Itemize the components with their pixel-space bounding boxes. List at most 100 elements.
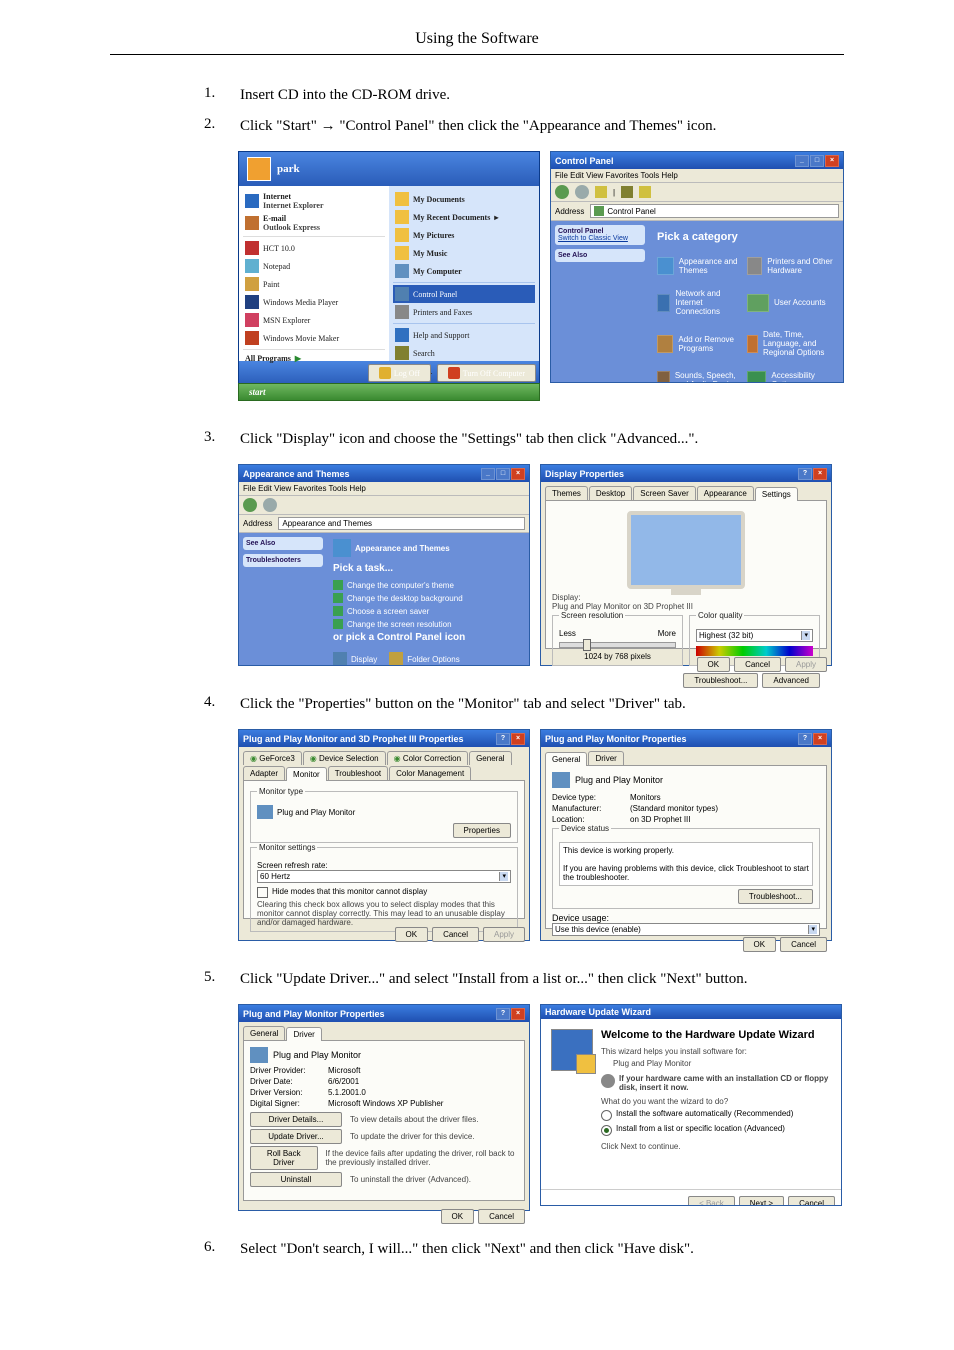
start-item-wmm[interactable]: Windows Movie Maker: [243, 329, 385, 347]
tab-geforce[interactable]: ◉ GeForce3: [243, 751, 302, 765]
ok-button[interactable]: OK: [441, 1209, 475, 1224]
tab-desktop[interactable]: Desktop: [589, 486, 632, 500]
cancel-button[interactable]: Cancel: [432, 927, 479, 942]
tab-general[interactable]: General: [243, 1026, 285, 1040]
folders-icon[interactable]: [639, 186, 651, 198]
tab-adapter[interactable]: Adapter: [243, 766, 285, 780]
maximize-icon[interactable]: □: [810, 155, 824, 167]
forward-icon[interactable]: [575, 185, 589, 199]
start-item-search[interactable]: Search: [393, 344, 535, 362]
ok-button[interactable]: OK: [395, 927, 429, 942]
close-icon[interactable]: ×: [511, 733, 525, 745]
close-icon[interactable]: ×: [511, 468, 525, 480]
task-bg[interactable]: Change the desktop background: [333, 593, 523, 603]
back-icon[interactable]: [243, 498, 257, 512]
cat-users[interactable]: User Accounts: [747, 289, 835, 316]
close-icon[interactable]: ×: [813, 468, 827, 480]
tab-driver[interactable]: Driver: [286, 1027, 321, 1041]
menubar[interactable]: File Edit View Favorites Tools Help: [239, 482, 529, 496]
start-item-email[interactable]: E-mailOutlook Express: [243, 212, 385, 234]
start-item-paint[interactable]: Paint: [243, 275, 385, 293]
start-item-wmp[interactable]: Windows Media Player: [243, 293, 385, 311]
cat-addremove[interactable]: Add or Remove Programs: [657, 330, 745, 357]
tab-general[interactable]: General: [545, 752, 587, 766]
properties-button[interactable]: Properties: [453, 823, 511, 838]
troubleshoot-button[interactable]: Troubleshoot...: [683, 673, 758, 688]
update-driver-button[interactable]: Update Driver...: [250, 1129, 342, 1144]
cancel-button[interactable]: Cancel: [780, 937, 827, 952]
resolution-slider[interactable]: [559, 642, 676, 648]
apply-button[interactable]: Apply: [785, 657, 827, 672]
tab-appearance[interactable]: Appearance: [697, 486, 754, 500]
advanced-button[interactable]: Advanced: [762, 673, 820, 688]
cat-access[interactable]: Accessibility Options: [747, 371, 835, 383]
task-theme[interactable]: Change the computer's theme: [333, 580, 523, 590]
ok-button[interactable]: OK: [743, 937, 777, 952]
start-item-mymusic[interactable]: My Music: [393, 244, 535, 262]
close-icon[interactable]: ×: [511, 1008, 525, 1020]
start-item-mycomp[interactable]: My Computer: [393, 262, 535, 280]
cancel-button[interactable]: Cancel: [734, 657, 781, 672]
wizard-option-list[interactable]: Install from a list or specific location…: [601, 1124, 831, 1136]
search-icon[interactable]: [621, 186, 633, 198]
refresh-rate-select[interactable]: 60 Hertz▾: [257, 870, 511, 883]
tab-themes[interactable]: Themes: [545, 486, 588, 500]
tab-color-correction[interactable]: ◉ Color Correction: [387, 751, 468, 765]
help-icon[interactable]: ?: [496, 1008, 510, 1020]
cancel-button[interactable]: Cancel: [478, 1209, 525, 1224]
cat-sounds[interactable]: Sounds, Speech, and Audio Devices: [657, 371, 745, 383]
close-icon[interactable]: ×: [813, 733, 827, 745]
cpicon-display[interactable]: Display: [333, 652, 377, 666]
start-item-msn[interactable]: MSN Explorer: [243, 311, 385, 329]
help-icon[interactable]: ?: [798, 733, 812, 745]
menubar[interactable]: File Edit View Favorites Tools Help: [551, 169, 843, 183]
minimize-icon[interactable]: _: [795, 155, 809, 167]
uninstall-button[interactable]: Uninstall: [250, 1172, 342, 1187]
start-item-cpanel[interactable]: Control Panel: [393, 285, 535, 303]
task-res[interactable]: Change the screen resolution: [333, 619, 523, 629]
driver-details-button[interactable]: Driver Details...: [250, 1112, 342, 1127]
tab-color-mgmt[interactable]: Color Management: [389, 766, 471, 780]
back-button[interactable]: < Back: [688, 1196, 735, 1206]
start-item-all-programs[interactable]: All Programs ▶: [243, 352, 385, 365]
tab-device-selection[interactable]: ◉ Device Selection: [303, 751, 386, 765]
start-item-recent[interactable]: My Recent Documents ▸: [393, 208, 535, 226]
cat-network[interactable]: Network and Internet Connections: [657, 289, 745, 316]
apply-button[interactable]: Apply: [483, 927, 525, 942]
help-icon[interactable]: ?: [798, 468, 812, 480]
tab-screensaver[interactable]: Screen Saver: [633, 486, 695, 500]
start-item-mypics[interactable]: My Pictures: [393, 226, 535, 244]
wizard-option-auto[interactable]: Install the software automatically (Reco…: [601, 1109, 831, 1121]
start-button[interactable]: start: [238, 383, 540, 401]
start-item-notepad[interactable]: Notepad: [243, 257, 385, 275]
cat-datetime[interactable]: Date, Time, Language, and Regional Optio…: [747, 330, 835, 357]
minimize-icon[interactable]: _: [481, 468, 495, 480]
close-icon[interactable]: ×: [825, 155, 839, 167]
tab-general[interactable]: General: [469, 751, 511, 765]
start-item-internet[interactable]: InternetInternet Explorer: [243, 190, 385, 212]
start-item-printers[interactable]: Printers and Faxes: [393, 303, 535, 321]
help-icon[interactable]: ?: [496, 733, 510, 745]
address-value[interactable]: Control Panel: [607, 207, 655, 216]
hide-modes-checkbox[interactable]: [257, 887, 268, 898]
cancel-button[interactable]: Cancel: [788, 1196, 835, 1206]
next-button[interactable]: Next >: [739, 1196, 784, 1206]
switch-classic-link[interactable]: Switch to Classic View: [558, 235, 628, 242]
back-icon[interactable]: [555, 185, 569, 199]
tab-settings[interactable]: Settings: [755, 487, 798, 501]
color-quality-select[interactable]: Highest (32 bit)▾: [696, 629, 813, 642]
up-icon[interactable]: [595, 186, 607, 198]
ok-button[interactable]: OK: [697, 657, 731, 672]
tab-monitor[interactable]: Monitor: [286, 767, 327, 781]
slider-thumb-icon[interactable]: [583, 639, 591, 651]
cat-printers[interactable]: Printers and Other Hardware: [747, 257, 835, 275]
cat-appearance[interactable]: Appearance and Themes: [657, 257, 745, 275]
tab-driver[interactable]: Driver: [588, 751, 623, 765]
start-item-hct[interactable]: HCT 10.0: [243, 239, 385, 257]
forward-icon[interactable]: [263, 498, 277, 512]
troubleshoot-button[interactable]: Troubleshoot...: [738, 889, 813, 904]
start-item-mydocs[interactable]: My Documents: [393, 190, 535, 208]
window-buttons[interactable]: _□×: [794, 154, 839, 167]
tab-troubleshoot[interactable]: Troubleshoot: [328, 766, 388, 780]
turnoff-button[interactable]: Turn Off Computer: [437, 364, 536, 382]
